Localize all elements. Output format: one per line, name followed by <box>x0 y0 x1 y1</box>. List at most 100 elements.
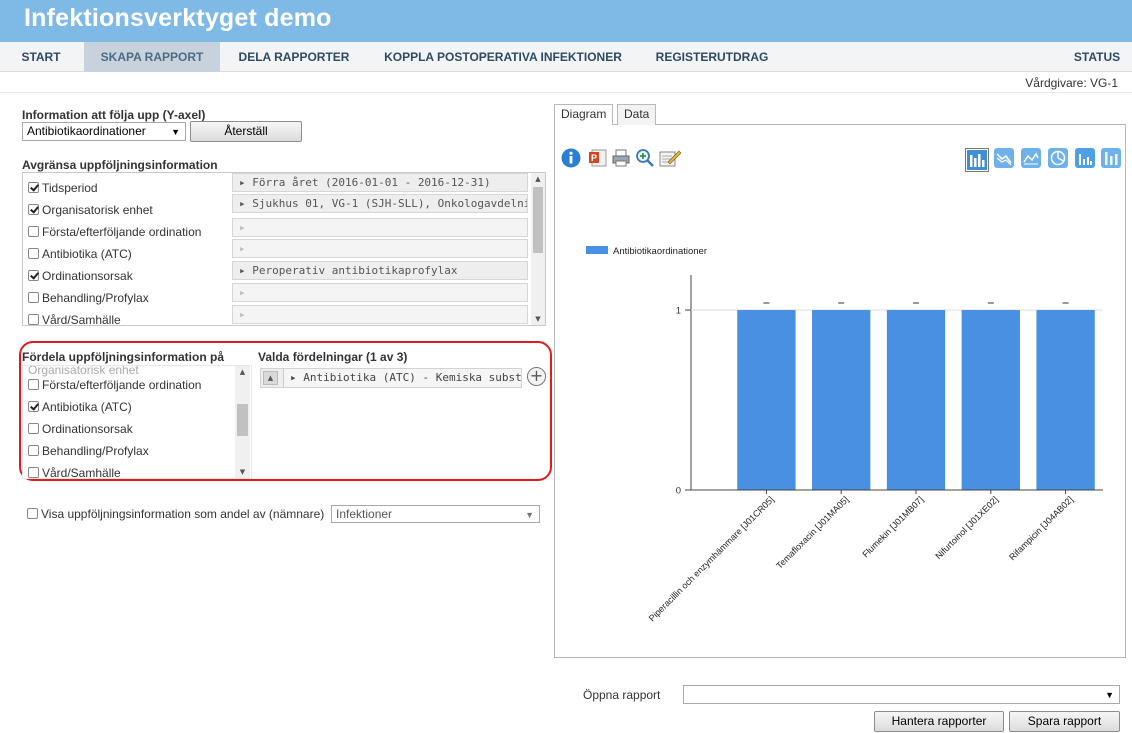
nav-start[interactable]: START <box>10 42 72 72</box>
nav-skapa-rapport[interactable]: SKAPA RAPPORT <box>84 42 220 72</box>
powerpoint-icon[interactable]: P <box>588 148 608 168</box>
line-chart-icon[interactable] <box>994 148 1014 168</box>
filter-label: Första/efterföljande ordination <box>42 225 202 239</box>
filter-label: Antibiotika (ATC) <box>42 247 132 261</box>
bar <box>1036 310 1095 490</box>
filter-value-forsta-efterfoljande[interactable]: ▸ <box>232 218 528 237</box>
filter-heading: Avgränsa uppföljningsinformation <box>22 158 218 172</box>
legend-swatch <box>586 246 608 254</box>
main-nav: START SKAPA RAPPORT DELA RAPPORTER KOPPL… <box>0 42 1132 72</box>
scroll-up-icon[interactable]: ▲ <box>235 368 250 376</box>
filter-label: Vård/Samhälle <box>42 313 121 326</box>
distribute-row-antibiotika[interactable]: Antibiotika (ATC) <box>28 397 132 417</box>
nav-dela-rapporter[interactable]: DELA RAPPORTER <box>230 42 358 72</box>
distribute-label: Antibiotika (ATC) <box>42 400 132 414</box>
manage-reports-button[interactable]: Hantera rapporter <box>874 711 1004 732</box>
open-report-select[interactable]: ▼ <box>683 685 1120 704</box>
distribute-row-ordinationsorsak[interactable]: Ordinationsorsak <box>28 419 133 439</box>
filter-value-vard-samhalle[interactable]: ▸ <box>232 305 528 324</box>
filter-scrollbar[interactable]: ▲ ▼ <box>531 173 545 325</box>
checkbox[interactable] <box>27 508 38 519</box>
checkbox[interactable] <box>28 292 39 303</box>
y-tick-label: 0 <box>676 486 681 497</box>
svg-text:P: P <box>591 153 597 163</box>
checkbox[interactable] <box>28 314 39 325</box>
filter-row-forsta-efterfoljande[interactable]: Första/efterföljande ordination <box>28 222 201 242</box>
filter-value-antibiotika[interactable]: ▸ <box>232 239 528 258</box>
distribute-label: Första/efterföljande ordination <box>42 378 202 392</box>
move-up-icon[interactable]: ▲ <box>263 371 278 385</box>
chart-panel: P Antibiotikaordinationer 0 1 Piperacill… <box>554 125 1126 658</box>
filter-value-organisatorisk-enhet[interactable]: ▸ Sjukhus 01, VG-1 (SJH-SLL), Onkologavd… <box>232 194 528 213</box>
filter-value-text: Peroperativ antibiotikaprofylax <box>252 264 458 277</box>
info-icon[interactable] <box>561 148 581 168</box>
scroll-down-icon[interactable]: ▼ <box>235 468 250 476</box>
add-distribution-icon[interactable]: + <box>527 367 546 386</box>
nav-status[interactable]: STATUS <box>1064 42 1130 72</box>
filter-label: Ordinationsorsak <box>42 269 133 283</box>
tab-data[interactable]: Data <box>617 104 657 125</box>
x-tick-label: Temafloxacin [J01MA05] <box>774 494 850 570</box>
app-title: Infektionsverktyget demo <box>24 4 332 32</box>
scrollbar-thumb[interactable] <box>533 187 543 253</box>
checkbox[interactable] <box>28 204 39 215</box>
column-chart-icon[interactable] <box>1075 148 1095 168</box>
share-denominator-select[interactable]: Infektioner ▼ <box>331 505 540 523</box>
filter-row-ordinationsorsak[interactable]: Ordinationsorsak <box>28 266 133 286</box>
checkbox[interactable] <box>28 248 39 259</box>
filter-value-tidsperiod[interactable]: ▸ Förra året (2016-01-01 - 2016-12-31) <box>232 173 528 192</box>
checkbox[interactable] <box>28 182 39 193</box>
nav-registerutdrag[interactable]: REGISTERUTDRAG <box>646 42 778 72</box>
filter-row-behandling-profylax[interactable]: Behandling/Profylax <box>28 288 149 308</box>
checkbox[interactable] <box>28 226 39 237</box>
filter-row-tidsperiod[interactable]: Tidsperiod <box>28 178 98 198</box>
filter-row-vard-samhalle[interactable]: Vård/Samhälle <box>28 310 121 326</box>
scroll-up-icon[interactable]: ▲ <box>531 175 545 183</box>
yaxis-select-value: Antibiotikaordinationer <box>27 124 146 138</box>
bar <box>812 310 871 490</box>
bar-chart-icon[interactable] <box>965 148 989 172</box>
app-header: Infektionsverktyget demo <box>0 0 1132 42</box>
filter-row-antibiotika[interactable]: Antibiotika (ATC) <box>28 244 132 264</box>
distribute-row-behandling-profylax[interactable]: Behandling/Profylax <box>28 441 149 461</box>
x-tick-label: Flumekin [J01MB07] <box>860 494 925 559</box>
distribute-list: Organisatorisk enhet Första/efterföljand… <box>22 365 252 479</box>
checkbox[interactable] <box>28 467 39 478</box>
share-row[interactable]: Visa uppföljningsinformation som andel a… <box>27 504 324 524</box>
share-label: Visa uppföljningsinformation som andel a… <box>41 507 325 521</box>
filter-panel: Tidsperiod Organisatorisk enhet Första/e… <box>22 172 546 326</box>
bar <box>961 310 1020 490</box>
distribute-row-vard-samhalle[interactable]: Vård/Samhälle <box>28 463 121 479</box>
yaxis-heading: Information att följa upp (Y-axel) <box>22 108 206 122</box>
pie-chart-icon[interactable] <box>1048 148 1068 168</box>
distribute-row-forsta-efterfoljande[interactable]: Första/efterföljande ordination <box>28 375 201 395</box>
zoom-icon[interactable] <box>635 148 655 168</box>
distribute-scrollbar[interactable]: ▲ ▼ <box>235 366 250 478</box>
bar <box>737 310 796 490</box>
filter-value-ordinationsorsak[interactable]: ▸ Peroperativ antibiotikaprofylax <box>232 261 528 280</box>
yaxis-select[interactable]: Antibiotikaordinationer ▼ <box>22 122 186 141</box>
checkbox[interactable] <box>28 401 39 412</box>
save-report-button[interactable]: Spara rapport <box>1009 711 1120 732</box>
checkbox[interactable] <box>28 423 39 434</box>
legend-label: Antibiotikaordinationer <box>613 246 707 257</box>
filter-row-organisatorisk-enhet[interactable]: Organisatorisk enhet <box>28 200 153 220</box>
stacked-chart-icon[interactable] <box>1101 148 1121 168</box>
checkbox[interactable] <box>28 445 39 456</box>
tab-diagram[interactable]: Diagram <box>554 104 614 126</box>
scrollbar-thumb[interactable] <box>237 404 248 436</box>
checkbox[interactable] <box>28 379 39 390</box>
scroll-down-icon[interactable]: ▼ <box>531 315 545 323</box>
distribute-label: Behandling/Profylax <box>42 444 149 458</box>
print-icon[interactable] <box>611 148 631 168</box>
chosen-distribution-item[interactable]: ▲ ▸ Antibiotika (ATC) - Kemiska substans… <box>260 368 522 388</box>
distribute-label: Vård/Samhälle <box>42 466 121 479</box>
edit-icon[interactable] <box>658 148 682 168</box>
nav-koppla-postoperativa[interactable]: KOPPLA POSTOPERATIVA INFEKTIONER <box>372 42 634 72</box>
chosen-item-label: Antibiotika (ATC) - Kemiska substansgr <box>303 371 521 384</box>
checkbox[interactable] <box>28 270 39 281</box>
filter-value-behandling-profylax[interactable]: ▸ <box>232 283 528 302</box>
reset-button[interactable]: Återställ <box>190 121 302 142</box>
bar-chart: Antibiotikaordinationer 0 1 Piperacillin oc… <box>586 246 1103 623</box>
area-chart-icon[interactable] <box>1021 148 1041 168</box>
